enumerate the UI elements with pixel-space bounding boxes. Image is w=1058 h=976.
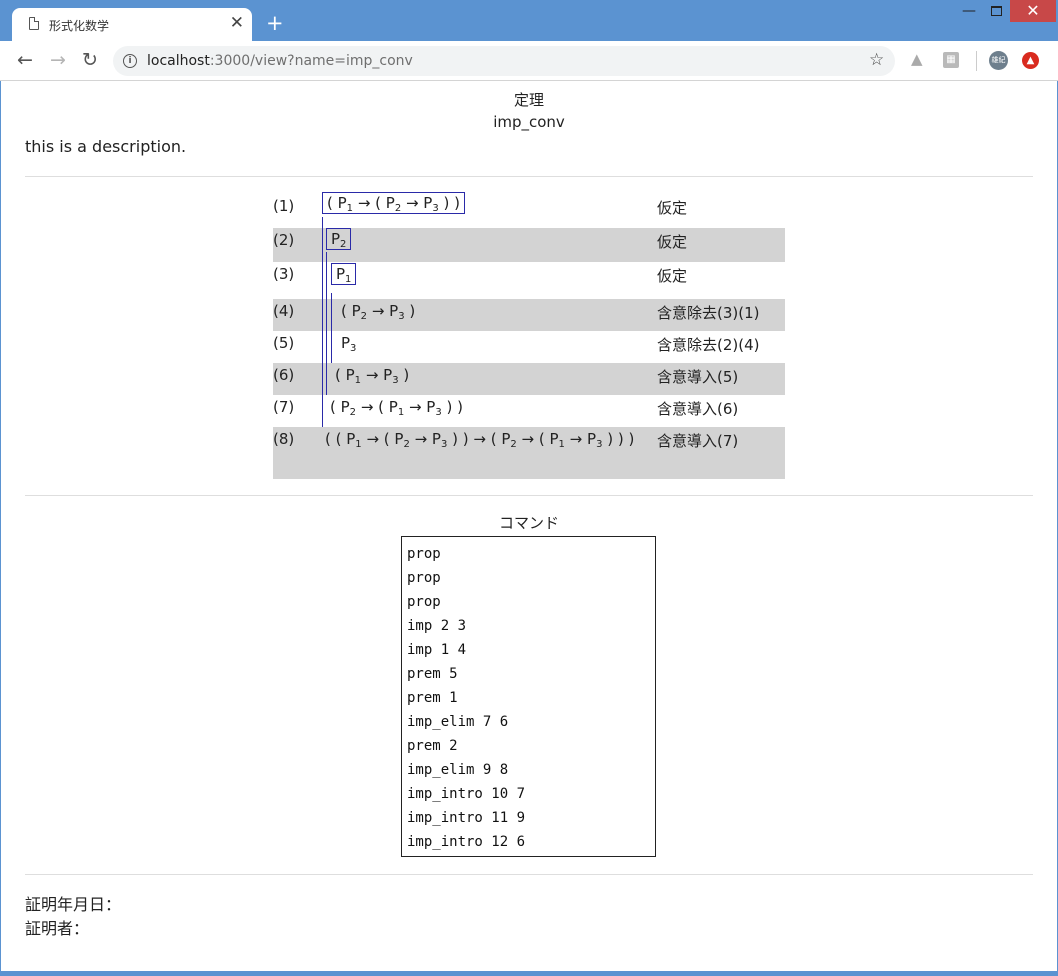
proof-row-number: (3) [273, 265, 295, 283]
proof-row: (8) ( ( P1 → ( P2 → P3 ) ) → ( P2 → ( P1… [273, 427, 785, 479]
proof-row-number: (8) [273, 430, 295, 448]
divider [25, 176, 1033, 177]
browser-titlebar: 形式化数学 ✕ + — ✕ [0, 0, 1058, 41]
minimize-button[interactable]: — [958, 0, 980, 22]
scope-line [331, 293, 332, 363]
browser-tab[interactable]: 形式化数学 ✕ [12, 8, 252, 41]
proof-row-formula: P1 [331, 263, 357, 285]
proof-row-number: (6) [273, 366, 295, 384]
toolbar-divider [976, 51, 977, 71]
proof-row-justification: 仮定 [657, 267, 688, 285]
command-line: prem 5 [407, 666, 458, 682]
proof-row: (4) ( P2 → P3 ) 含意除去(3)(1) [273, 299, 785, 331]
page-content: 定理 imp_conv this is a description. (1) (… [1, 81, 1057, 971]
proof-row-number: (2) [273, 231, 295, 249]
command-line: prop [407, 546, 441, 562]
divider [25, 495, 1033, 496]
proof-row-justification: 含意除去(3)(1) [657, 304, 760, 322]
proof-row: (2) P2 仮定 [273, 228, 785, 262]
reload-icon[interactable]: ↻ [82, 49, 98, 71]
translate-extension-icon[interactable]: ▦ [943, 52, 959, 68]
commands-title: コマンド [498, 514, 559, 532]
forward-arrow-icon[interactable]: → [50, 49, 66, 71]
acrobat-extension-icon[interactable]: ▲ [911, 50, 927, 68]
command-line: prem 1 [407, 690, 458, 706]
proof-row-number: (5) [273, 334, 295, 352]
maximize-button[interactable] [985, 0, 1007, 22]
page-icon [29, 17, 39, 30]
proof-row-number: (1) [273, 197, 295, 215]
bookmark-star-icon[interactable]: ☆ [869, 50, 884, 70]
site-info-icon[interactable]: i [123, 54, 137, 68]
scope-line [326, 252, 327, 395]
command-line: prop [407, 570, 441, 586]
profile-avatar[interactable]: 雄紀 [989, 51, 1008, 70]
command-line: imp_intro 11 9 [407, 810, 526, 826]
maximize-icon [990, 6, 1002, 16]
browser-toolbar: ← → ↻ i localhost:3000/view?name=imp_con… [0, 41, 1058, 81]
proof-row-formula: ( P1 → P3 ) [335, 366, 410, 386]
proof-row-number: (4) [273, 302, 295, 320]
proof-row: (5) P3 含意除去(2)(4) [273, 331, 785, 363]
command-line: imp_elim 9 8 [407, 762, 509, 778]
proof-row: (6) ( P1 → P3 ) 含意導入(5) [273, 363, 785, 395]
proof-row-formula: P3 [341, 334, 357, 354]
new-tab-button[interactable]: + [266, 12, 284, 34]
command-line: imp 1 4 [407, 642, 467, 658]
proof-row-justification: 含意導入(5) [657, 368, 739, 386]
close-window-button[interactable]: ✕ [1010, 0, 1056, 22]
proof-row-formula: ( P1 → ( P2 → P3 ) ) [322, 192, 465, 214]
command-line: prem 2 [407, 738, 458, 754]
proof-row-number: (7) [273, 398, 295, 416]
proof-date-label: 証明年月日： [25, 895, 122, 914]
back-arrow-icon[interactable]: ← [17, 49, 33, 71]
proof-row-formula: ( ( P1 → ( P2 → P3 ) ) → ( P2 → ( P1 → P… [325, 430, 635, 450]
theorem-kind: 定理 [513, 91, 544, 109]
command-line: prop [407, 594, 441, 610]
proof-row-justification: 仮定 [657, 199, 688, 217]
prover-label: 証明者： [25, 919, 90, 938]
command-line: imp_elim 7 6 [407, 714, 509, 730]
command-line: imp 2 3 [407, 618, 467, 634]
command-line: imp_intro 12 6 [407, 834, 526, 850]
commands-box: prop prop prop imp 2 3 imp 1 4 prem 5 prem 1 im… [401, 536, 656, 857]
url-text[interactable]: localhost:3000/view?name=imp_conv [147, 53, 413, 69]
scope-line [322, 217, 323, 427]
proof-row-formula: ( P2 → P3 ) [341, 302, 416, 322]
command-line: imp_intro 10 7 [407, 786, 526, 802]
address-bar[interactable]: i localhost:3000/view?name=imp_conv ☆ [113, 46, 895, 76]
proof-row: (7) ( P2 → ( P1 → P3 ) ) 含意導入(6) [273, 395, 785, 427]
tab-close-icon[interactable]: ✕ [230, 13, 244, 33]
proof-row-formula: P2 [326, 228, 352, 250]
update-extension-icon[interactable]: ▲ [1022, 52, 1039, 69]
theorem-description: this is a description. [25, 137, 187, 156]
proof-row-formula: ( P2 → ( P1 → P3 ) ) [330, 398, 463, 418]
proof-row: (1) ( P1 → ( P2 → P3 ) ) 仮定 [273, 189, 785, 223]
proof-row: (3) P1 仮定 [273, 262, 785, 299]
theorem-name: imp_conv [493, 113, 565, 131]
proof-row-justification: 仮定 [657, 233, 688, 251]
tab-title: 形式化数学 [49, 19, 110, 33]
divider [25, 874, 1033, 875]
proof-row-justification: 含意導入(6) [657, 400, 739, 418]
proof-row-justification: 含意除去(2)(4) [657, 336, 760, 354]
proof-row-justification: 含意導入(7) [657, 432, 739, 450]
